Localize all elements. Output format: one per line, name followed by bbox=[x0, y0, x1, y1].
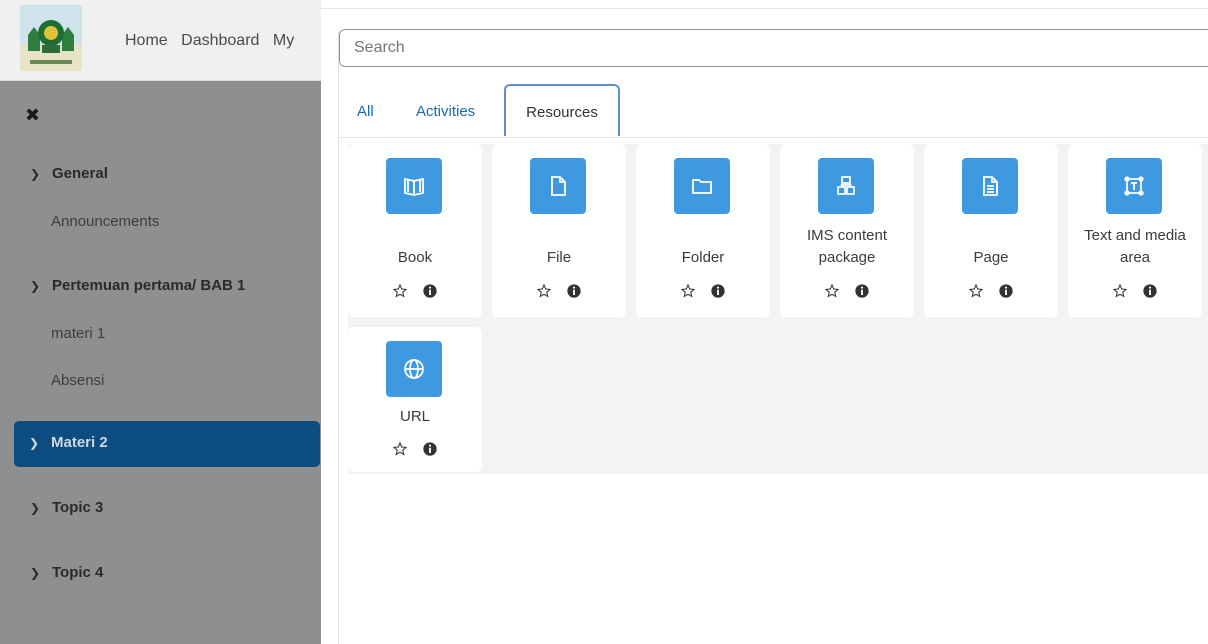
nav-link-dashboard[interactable]: Dashboard bbox=[181, 32, 259, 49]
close-drawer-icon[interactable]: ✖ bbox=[25, 105, 40, 126]
activity-materi-1[interactable]: materi 1 bbox=[51, 325, 105, 342]
module-name: IMS content bbox=[806, 227, 888, 244]
module-name: area bbox=[1119, 249, 1151, 266]
section-general[interactable]: ❯ General bbox=[30, 165, 108, 182]
star-icon[interactable] bbox=[392, 283, 408, 299]
module-name: URL bbox=[399, 408, 430, 425]
module-grid: Book File Folder IMS content package Pag… bbox=[348, 144, 1208, 474]
star-icon[interactable] bbox=[680, 283, 696, 299]
tab-activities[interactable]: Activities bbox=[416, 85, 475, 137]
primary-navigation: Home Dashboard My bbox=[125, 32, 321, 50]
module-name: Folder bbox=[681, 249, 725, 266]
module-card-folder[interactable]: Folder bbox=[636, 144, 770, 317]
module-card-text-and-media-area[interactable]: Text and media area bbox=[1068, 144, 1202, 317]
star-icon[interactable] bbox=[536, 283, 552, 299]
activity-absensi[interactable]: Absensi bbox=[51, 372, 104, 389]
folder-icon[interactable] bbox=[674, 158, 730, 214]
chevron-down-icon: ❯ bbox=[30, 167, 41, 181]
activity-announcements[interactable]: Announcements bbox=[51, 213, 159, 230]
file-icon[interactable] bbox=[530, 158, 586, 214]
module-card-book[interactable]: Book bbox=[348, 144, 482, 317]
section-materi-2[interactable]: ❯ Materi 2 bbox=[14, 421, 320, 467]
chevron-down-icon: ❯ bbox=[29, 436, 40, 450]
chevron-down-icon: ❯ bbox=[30, 566, 41, 580]
site-logo[interactable] bbox=[20, 5, 82, 71]
info-icon[interactable] bbox=[422, 441, 438, 457]
activity-chooser-modal: All Activities Resources Book File bbox=[321, 0, 1208, 644]
info-icon[interactable] bbox=[422, 283, 438, 299]
chevron-down-icon: ❯ bbox=[30, 501, 41, 515]
text-media-icon[interactable] bbox=[1106, 158, 1162, 214]
divider bbox=[321, 8, 1208, 9]
module-name: package bbox=[818, 249, 876, 266]
star-icon[interactable] bbox=[824, 283, 840, 299]
chooser-tabs: All Activities Resources bbox=[339, 84, 1208, 138]
tab-all[interactable]: All bbox=[357, 85, 374, 137]
section-label: Materi 2 bbox=[51, 434, 108, 451]
page-icon[interactable] bbox=[962, 158, 1018, 214]
ims-package-icon[interactable] bbox=[818, 158, 874, 214]
tab-resources[interactable]: Resources bbox=[504, 84, 620, 136]
search-input[interactable] bbox=[339, 29, 1208, 67]
section-pertemuan-pertama[interactable]: ❯ Pertemuan pertama/ BAB 1 bbox=[30, 277, 245, 294]
chevron-down-icon: ❯ bbox=[30, 279, 41, 293]
module-name: File bbox=[546, 249, 572, 266]
module-name: Text and media bbox=[1084, 227, 1186, 244]
section-label: Topic 4 bbox=[52, 564, 104, 581]
star-icon[interactable] bbox=[968, 283, 984, 299]
info-icon[interactable] bbox=[566, 283, 582, 299]
page-backdrop: Home Dashboard My ✖ ❯ General Announcemen… bbox=[0, 0, 321, 644]
module-name: Book bbox=[397, 249, 433, 266]
nav-link-my-courses[interactable]: My bbox=[273, 32, 294, 49]
module-card-url[interactable]: URL bbox=[348, 327, 482, 472]
globe-icon[interactable] bbox=[386, 341, 442, 397]
module-name: Page bbox=[973, 249, 1009, 266]
info-icon[interactable] bbox=[710, 283, 726, 299]
section-label: General bbox=[52, 165, 108, 182]
section-topic-4[interactable]: ❯ Topic 4 bbox=[30, 564, 103, 581]
star-icon[interactable] bbox=[392, 441, 408, 457]
section-label: Pertemuan pertama/ BAB 1 bbox=[52, 277, 246, 294]
module-card-ims-content-package[interactable]: IMS content package bbox=[780, 144, 914, 317]
top-navbar: Home Dashboard My bbox=[0, 0, 321, 81]
section-label: Topic 3 bbox=[52, 499, 104, 516]
info-icon[interactable] bbox=[1142, 283, 1158, 299]
info-icon[interactable] bbox=[854, 283, 870, 299]
section-topic-3[interactable]: ❯ Topic 3 bbox=[30, 499, 103, 516]
nav-link-home[interactable]: Home bbox=[125, 32, 168, 49]
book-icon[interactable] bbox=[386, 158, 442, 214]
module-card-file[interactable]: File bbox=[492, 144, 626, 317]
info-icon[interactable] bbox=[998, 283, 1014, 299]
star-icon[interactable] bbox=[1112, 283, 1128, 299]
module-card-page[interactable]: Page bbox=[924, 144, 1058, 317]
